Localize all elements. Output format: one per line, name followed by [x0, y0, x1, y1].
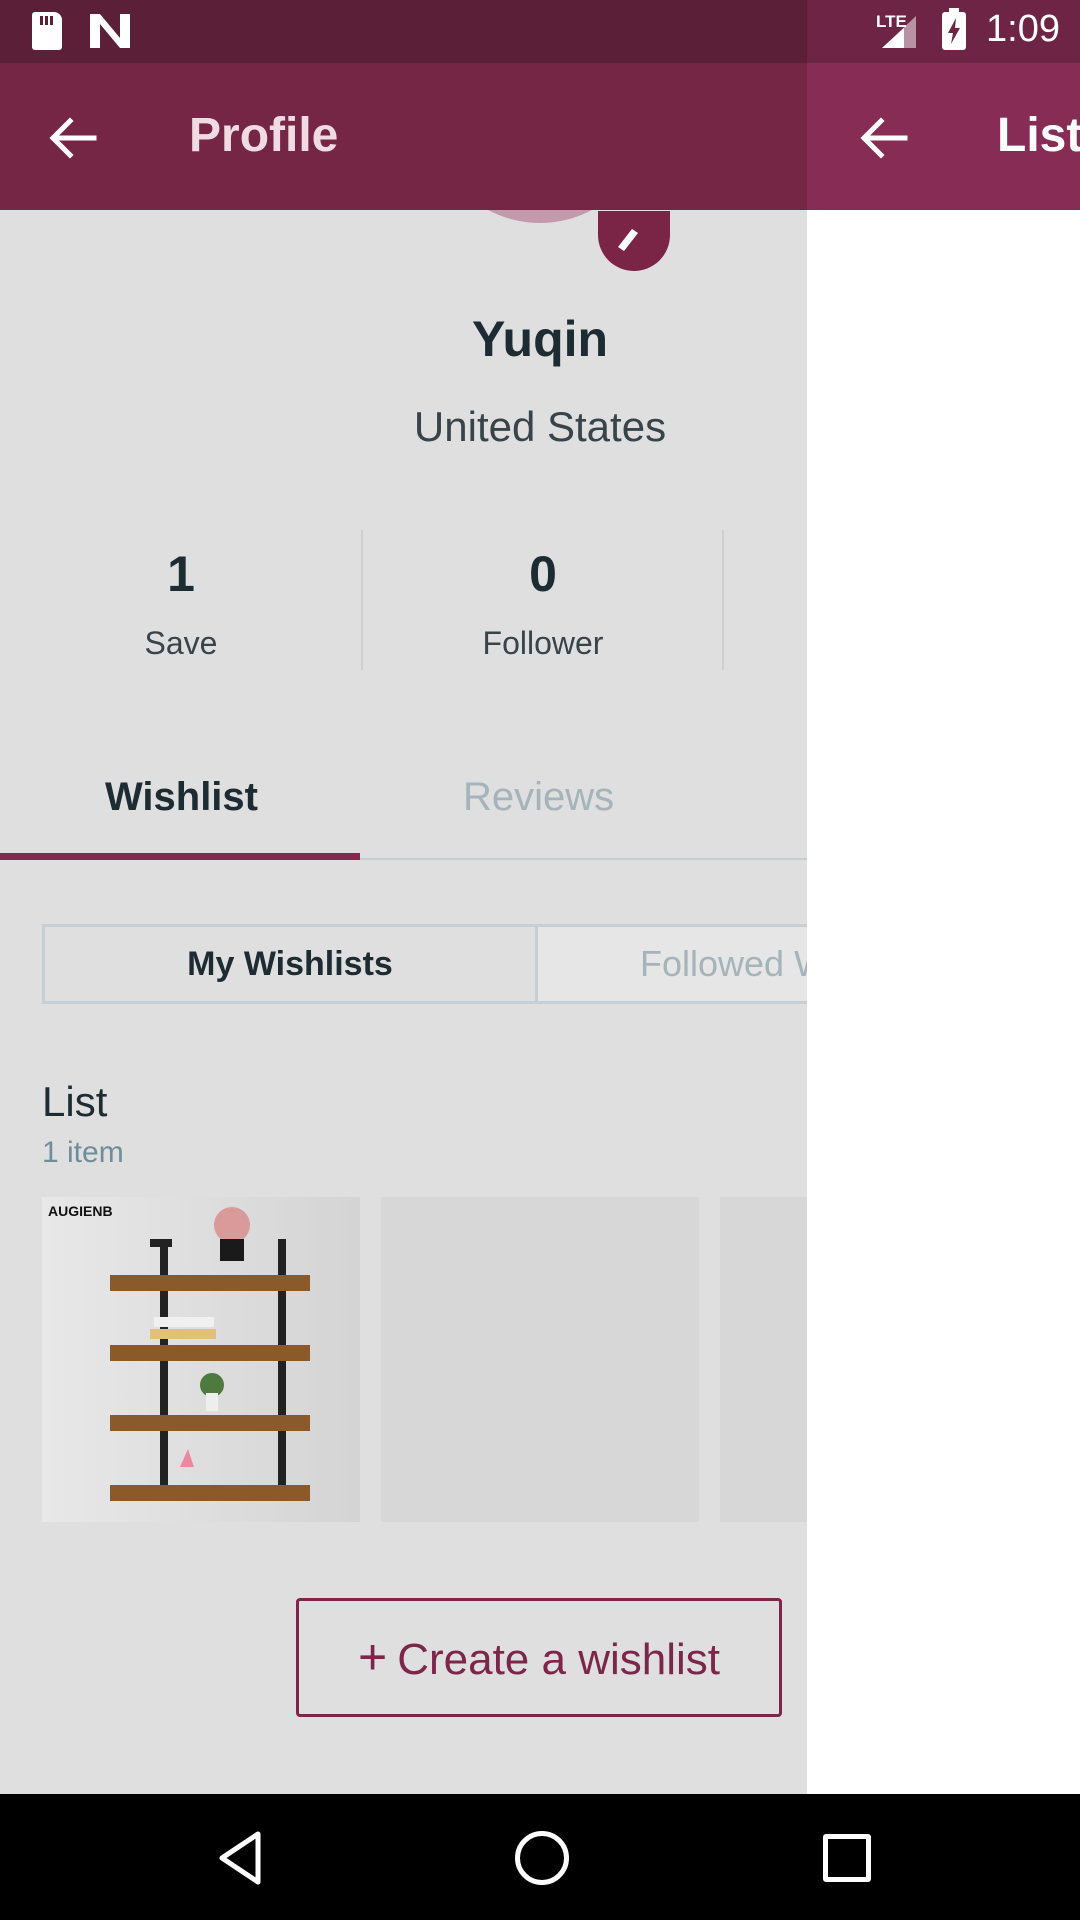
back-arrow-icon[interactable] — [48, 115, 98, 161]
notification-n-icon — [90, 14, 130, 48]
profile-panel: Profile Yuqin United States 1 Save 0 Fol… — [0, 63, 807, 1794]
stat-followers[interactable]: 0 Follower — [443, 545, 643, 662]
profile-location: United States — [413, 403, 667, 450]
status-bar: LTE 1:09 — [0, 0, 1080, 63]
profile-name: Yuqin — [471, 311, 609, 367]
edit-avatar-button[interactable] — [598, 211, 670, 271]
sd-card-icon — [32, 12, 62, 50]
list-page-title: List — [997, 109, 1080, 162]
stat-label: Save — [144, 625, 218, 661]
stat-divider — [361, 530, 363, 670]
list-app-bar: List — [807, 63, 1080, 210]
tab-active-indicator — [0, 853, 360, 860]
segment-followed-wishlists[interactable]: Followed W — [538, 924, 807, 1004]
app-bar: Profile — [0, 63, 807, 210]
shelf-image-icon — [110, 1207, 310, 1501]
nav-home-icon[interactable] — [515, 1831, 569, 1885]
segment-my-wishlists[interactable]: My Wishlists — [42, 924, 538, 1004]
nav-recents-icon[interactable] — [823, 1834, 871, 1882]
stat-value: 1 — [167, 546, 195, 602]
stat-label: Follower — [482, 625, 604, 661]
stat-divider — [722, 530, 724, 670]
wishlist-item-count: 1 item — [42, 1136, 124, 1169]
back-arrow-icon[interactable] — [859, 115, 909, 161]
stat-saves[interactable]: 1 Save — [81, 545, 281, 662]
plus-icon: + — [358, 1629, 388, 1685]
wishlist-product-thumbnail[interactable]: AUGIENB — [42, 1197, 360, 1522]
tab-wishlist[interactable]: Wishlist — [105, 775, 258, 820]
page-title: Profile — [189, 109, 339, 162]
stat-value: 0 — [529, 546, 557, 602]
wishlist-title[interactable]: List — [42, 1078, 107, 1126]
create-wishlist-label: Create a wishlist — [397, 1635, 720, 1684]
battery-icon — [942, 8, 966, 50]
list-panel: List — [807, 63, 1080, 1794]
system-nav-bar — [0, 1794, 1080, 1920]
nav-back-icon[interactable] — [212, 1828, 272, 1888]
wishlist-empty-thumbnail — [720, 1197, 807, 1522]
create-wishlist-button[interactable]: + Create a wishlist — [296, 1598, 782, 1717]
signal-icon — [882, 16, 916, 48]
tab-reviews[interactable]: Reviews — [463, 775, 614, 820]
pencil-icon — [618, 229, 638, 251]
wishlist-empty-thumbnail — [381, 1197, 699, 1522]
clock: 1:09 — [986, 8, 1060, 50]
